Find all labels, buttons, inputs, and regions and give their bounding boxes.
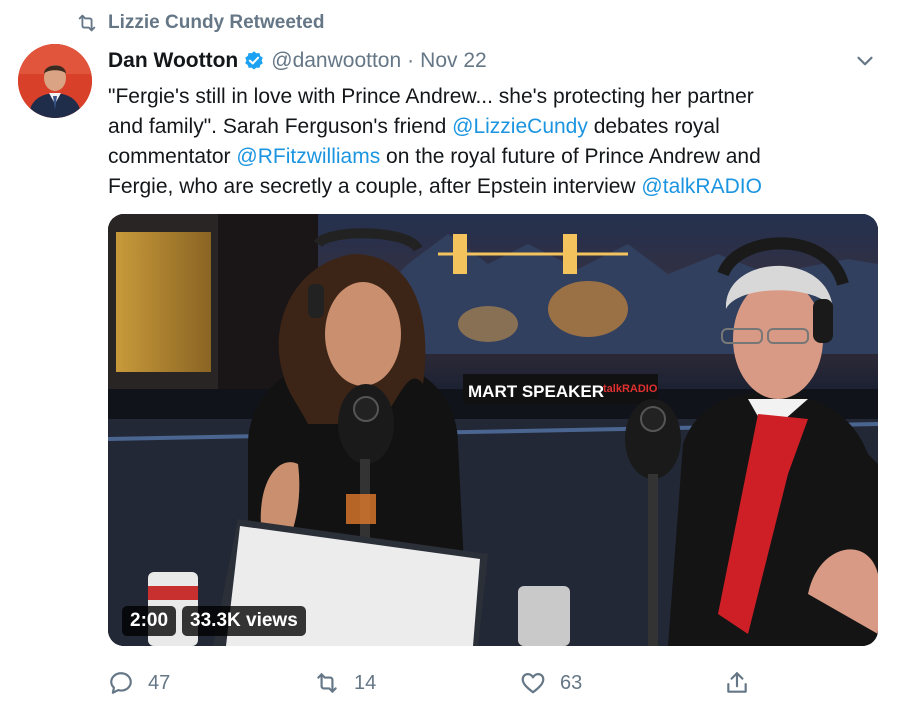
- tweet-text: "Fergie's still in love with Prince Andr…: [108, 82, 868, 202]
- tweet-date[interactable]: Nov 22: [420, 49, 487, 73]
- retweet-icon: [317, 673, 337, 693]
- tweet-line-4: Fergie, who are secretly a couple, after…: [108, 172, 868, 202]
- text-segment: on the royal future of Prince Andrew and: [380, 145, 761, 168]
- video-badges: 2:00 33.3K views: [122, 606, 306, 636]
- sign-brand: talkRADIO: [603, 383, 658, 395]
- retweet-context[interactable]: Lizzie Cundy Retweeted: [76, 11, 324, 35]
- avatar[interactable]: [18, 44, 92, 118]
- reply-button[interactable]: 47: [108, 670, 170, 696]
- like-button[interactable]: 63: [520, 670, 582, 696]
- text-segment: commentator: [108, 145, 237, 168]
- author-handle[interactable]: @danwootton: [271, 49, 401, 73]
- tweet-header: Dan Wootton @danwootton · Nov 22: [108, 46, 487, 76]
- retweet-button[interactable]: 14: [314, 670, 376, 696]
- retweet-label: Lizzie Cundy Retweeted: [108, 12, 325, 33]
- tweet-line-2: and family". Sarah Ferguson's friend @Li…: [108, 112, 868, 142]
- reply-count: 47: [148, 671, 171, 694]
- share-button[interactable]: [724, 670, 764, 696]
- text-segment: "Fergie's still in love with Prince Andr…: [108, 85, 754, 108]
- text-segment: Fergie, who are secretly a couple, after…: [108, 175, 642, 198]
- share-icon: [727, 672, 747, 693]
- retweet-icon: [78, 14, 96, 32]
- video-views: 33.3K views: [182, 606, 306, 636]
- verified-icon: [245, 51, 264, 70]
- like-count: 63: [560, 671, 583, 694]
- text-segment: and family". Sarah Ferguson's friend: [108, 115, 453, 138]
- video-player[interactable]: MART SPEAKER talkRADIO 2:00 33.3K views: [108, 214, 878, 646]
- mention-link-rfitzwilliams[interactable]: @RFitzwilliams: [236, 145, 380, 168]
- text-segment: debates royal: [587, 115, 720, 138]
- sign-text: MART SPEAKER: [468, 382, 604, 401]
- reply-icon: [110, 672, 132, 694]
- tweet-line-1: "Fergie's still in love with Prince Andr…: [108, 82, 868, 112]
- mention-link-lizziecundy[interactable]: @LizzieCundy: [452, 115, 588, 138]
- separator-dot: ·: [407, 49, 415, 72]
- video-duration: 2:00: [122, 606, 177, 636]
- like-icon: [521, 673, 545, 694]
- mention-link-talkradio[interactable]: @talkRADIO: [641, 175, 762, 198]
- video-frame: MART SPEAKER talkRADIO: [108, 214, 878, 646]
- tweet-actions: 47 14 63: [108, 670, 878, 704]
- tweet-line-3: commentator @RFitzwilliams on the royal …: [108, 142, 868, 172]
- author-name[interactable]: Dan Wootton: [108, 49, 238, 73]
- retweet-count: 14: [354, 671, 377, 694]
- caret-down-icon[interactable]: [852, 48, 878, 74]
